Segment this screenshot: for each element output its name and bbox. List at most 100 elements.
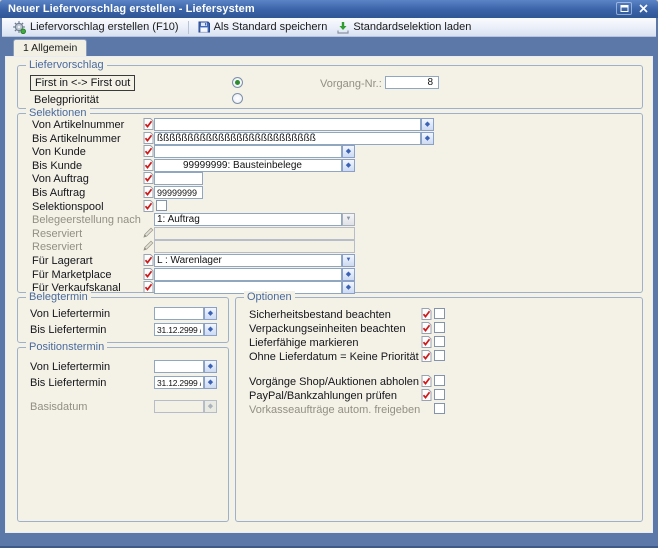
selection-check-icon[interactable]	[143, 186, 154, 198]
selection-check-icon[interactable]	[421, 336, 432, 348]
group-title: Selektionen	[26, 107, 90, 119]
option-label-vorgaenge-shop: Vorgänge Shop/Auktionen abholen	[249, 376, 419, 388]
toolbar-separator	[188, 21, 189, 34]
save-as-default-button[interactable]: Als Standard speichern	[193, 20, 333, 34]
tab-label: 1 Allgemein	[23, 42, 77, 54]
bis-kunde-lookup-button[interactable]: ◆	[342, 159, 355, 172]
fuer-lagerart-combo[interactable]	[154, 254, 342, 267]
window-title: Neuer Liefervorschlag erstellen - Liefer…	[0, 3, 255, 15]
restore-window-button[interactable]	[616, 2, 632, 15]
selection-check-icon[interactable]	[421, 375, 432, 387]
von-artikelnummer-lookup-button[interactable]: ◆	[421, 118, 434, 131]
option-checkbox-vorgaenge-shop[interactable]	[434, 375, 445, 386]
belegtermin-bis-lookup-button[interactable]: ◆	[204, 323, 217, 336]
option-checkbox-sicherheitsbestand[interactable]	[434, 308, 445, 319]
belegeerstellung-dropdown-button[interactable]: ▼	[342, 213, 355, 226]
selection-check-icon[interactable]	[143, 268, 154, 280]
selection-check-icon[interactable]	[143, 145, 154, 157]
positionstermin-bis-field[interactable]	[154, 376, 204, 389]
basisdatum-label: Basisdatum	[30, 401, 87, 413]
fuer-marketplace-lookup-button[interactable]: ◆	[342, 268, 355, 281]
selection-check-icon[interactable]	[421, 322, 432, 334]
reserviert-field-1	[154, 227, 355, 240]
selektionspool-checkbox[interactable]	[156, 200, 167, 211]
toolbar-button-label: Als Standard speichern	[214, 21, 328, 33]
save-floppy-icon	[198, 21, 210, 33]
create-delivery-proposal-button[interactable]: Liefervorschlag erstellen (F10)	[8, 20, 184, 35]
load-download-icon	[337, 21, 349, 34]
von-kunde-lookup-button[interactable]: ◆	[342, 145, 355, 158]
radio-belegprioritaet[interactable]	[232, 93, 243, 104]
radio-first-in-first-out[interactable]	[232, 77, 243, 88]
selection-check-icon[interactable]	[143, 254, 154, 266]
dialog-window: Neuer Liefervorschlag erstellen - Liefer…	[0, 0, 658, 548]
option-checkbox-lieferfaehige[interactable]	[434, 336, 445, 347]
vorgang-nr-label: Vorgang-Nr.:	[320, 78, 382, 90]
title-bar: Neuer Liefervorschlag erstellen - Liefer…	[0, 0, 658, 18]
toolbar-button-label: Liefervorschlag erstellen (F10)	[30, 21, 179, 33]
bis-artikelnummer-lookup-button[interactable]: ◆	[421, 132, 434, 145]
von-artikelnummer-field[interactable]	[154, 118, 421, 131]
fuer-marketplace-field[interactable]	[154, 268, 342, 281]
close-icon	[639, 4, 648, 13]
radio-label-belegprioritaet[interactable]: Belegpriorität	[34, 94, 99, 106]
load-default-selection-button[interactable]: Standardselektion laden	[332, 20, 476, 35]
von-auftrag-label: Von Auftrag	[32, 173, 89, 185]
option-label-paypal: PayPal/Bankzahlungen prüfen	[249, 390, 397, 402]
selection-check-icon[interactable]	[143, 159, 154, 171]
bis-liefertermin-label: Bis Liefertermin	[30, 377, 106, 389]
tab-allgemein[interactable]: 1 Allgemein	[13, 39, 87, 56]
selection-check-icon[interactable]	[143, 281, 154, 293]
form-content: Liefervorschlag First in <-> First out B…	[5, 56, 653, 533]
bis-artikelnummer-field[interactable]	[154, 132, 421, 145]
belegeerstellung-label: Belegeerstellung nach	[32, 214, 141, 226]
group-liefervorschlag: Liefervorschlag First in <-> First out B…	[17, 65, 643, 109]
fuer-verkaufskanal-lookup-button[interactable]: ◆	[342, 281, 355, 294]
belegtermin-von-field[interactable]	[154, 307, 204, 320]
selection-check-icon[interactable]	[143, 132, 154, 144]
option-checkbox-ohne-lieferdatum[interactable]	[434, 350, 445, 361]
belegeerstellung-combo[interactable]	[154, 213, 342, 226]
pencil-icon	[143, 227, 154, 238]
von-artikelnummer-label: Von Artikelnummer	[32, 119, 124, 131]
selection-check-icon[interactable]	[143, 118, 154, 130]
von-liefertermin-label: Von Liefertermin	[30, 308, 110, 320]
selection-check-icon[interactable]	[143, 200, 154, 212]
fuer-lagerart-dropdown-button[interactable]: ▼	[342, 254, 355, 267]
selection-check-icon[interactable]	[421, 389, 432, 401]
bis-kunde-field[interactable]	[154, 159, 342, 172]
positionstermin-bis-lookup-button[interactable]: ◆	[204, 376, 217, 389]
selektionspool-label: Selektionspool	[32, 201, 104, 213]
selection-check-icon[interactable]	[143, 172, 154, 184]
option-label-verpackungseinheiten: Verpackungseinheiten beachten	[249, 323, 406, 335]
create-gear-icon	[13, 21, 26, 34]
bis-artikelnummer-label: Bis Artikelnummer	[32, 133, 121, 145]
von-liefertermin-label: Von Liefertermin	[30, 361, 110, 373]
group-optionen: Optionen Sicherheitsbestand beachten Ver…	[235, 297, 643, 522]
belegtermin-von-lookup-button[interactable]: ◆	[204, 307, 217, 320]
reserviert-label: Reserviert	[32, 228, 82, 240]
selection-check-icon[interactable]	[421, 350, 432, 362]
vorgang-nr-field[interactable]	[385, 76, 439, 89]
von-kunde-label: Von Kunde	[32, 146, 86, 158]
positionstermin-von-lookup-button[interactable]: ◆	[204, 360, 217, 373]
von-auftrag-field[interactable]	[154, 172, 203, 185]
close-window-button[interactable]	[635, 2, 651, 15]
radio-label-first-in-first-out[interactable]: First in <-> First out	[30, 75, 135, 91]
positionstermin-von-field[interactable]	[154, 360, 204, 373]
bis-liefertermin-label: Bis Liefertermin	[30, 324, 106, 336]
option-checkbox-paypal[interactable]	[434, 389, 445, 400]
belegtermin-bis-field[interactable]	[154, 323, 204, 336]
fuer-lagerart-label: Für Lagerart	[32, 255, 93, 267]
bis-auftrag-field[interactable]	[154, 186, 203, 199]
group-positionstermin: Positionstermin Von Liefertermin ◆ Bis L…	[17, 347, 229, 522]
option-label-sicherheitsbestand: Sicherheitsbestand beachten	[249, 309, 391, 321]
bis-auftrag-label: Bis Auftrag	[32, 187, 85, 199]
von-kunde-field[interactable]	[154, 145, 342, 158]
toolbar: Liefervorschlag erstellen (F10) Als Stan…	[2, 18, 656, 37]
option-label-lieferfaehige: Lieferfähige markieren	[249, 337, 358, 349]
selection-check-icon[interactable]	[421, 308, 432, 320]
option-checkbox-verpackungseinheiten[interactable]	[434, 322, 445, 333]
option-label-vorkasseauftraege: Vorkasseaufträge autom. freigeben	[249, 404, 420, 416]
group-title: Belegtermin	[26, 291, 91, 303]
